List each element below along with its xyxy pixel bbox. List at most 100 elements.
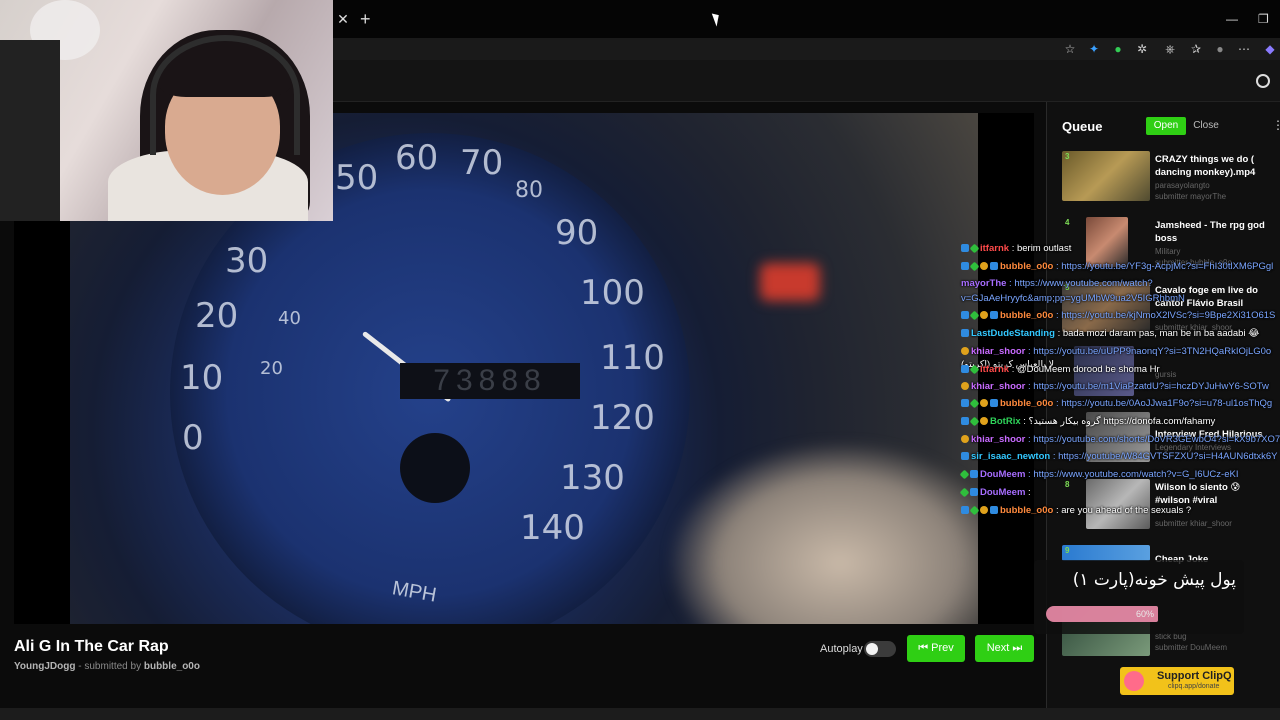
vip-badge-icon [969, 364, 980, 375]
chat-username[interactable]: khiar_shoor [971, 346, 1028, 357]
sub-badge-icon [980, 262, 988, 271]
new-tab-icon[interactable]: + [360, 10, 371, 28]
prev-button[interactable]: ⏮ Prev [907, 635, 965, 662]
mod-badge-icon [990, 506, 998, 515]
support-clipq-button[interactable]: Support ClipQ clipq.app/donate [1120, 667, 1234, 695]
autoplay-label: Autoplay [820, 643, 863, 655]
microphone-stand [0, 40, 60, 221]
chat-message: DouMeem : https://www.youtube.com/watch?… [959, 467, 1238, 482]
chat-text[interactable]: : https://youtu.be/YF3g-AcpjMc?si=FhI30t… [1056, 261, 1273, 272]
queue-item-submitter: submitter DouMeem [1155, 643, 1228, 652]
profile-avatar-icon[interactable]: ● [1212, 41, 1228, 57]
mod-badge-icon [961, 311, 969, 320]
extension-icon[interactable]: ✦ [1086, 41, 1102, 57]
video-author[interactable]: YoungJDogg [14, 661, 75, 672]
webcam-overlay [0, 0, 333, 221]
chat-text: : @DouMeem dorood be shoma Hr [1011, 364, 1160, 375]
next-icon: ⏭ [1012, 642, 1023, 654]
history-icon[interactable] [1256, 74, 1270, 88]
chat-text: : are you ahead of the sexuals ? [1055, 505, 1192, 516]
gauge-number: 140 [520, 508, 585, 548]
sub-badge-icon [961, 347, 969, 356]
chat-text[interactable]: : https://youtu.be/kjNmoX2lVSc?si=9Bpe2X… [1056, 310, 1275, 321]
chat-text[interactable]: : https://youtu.be/0AoJJwa1F9o?si=u78-ul… [1056, 398, 1272, 409]
queue-more-icon[interactable]: ⋮ [1272, 118, 1280, 132]
close-tab-icon[interactable]: ✕ [336, 12, 350, 26]
chat-username[interactable]: itfarnk [980, 243, 1012, 254]
chat-username[interactable]: sir_isaac_newton [971, 451, 1053, 462]
chat-message: DouMeem : [959, 485, 1031, 500]
chat-username[interactable]: khiar_shoor [971, 381, 1028, 392]
queue-item-title: CRAZY things we do ( dancing monkey).mp4 [1155, 154, 1256, 178]
star-icon[interactable]: ☆ [1062, 41, 1078, 57]
chat-message: sir_isaac_newton : https://youtube/W84GV… [961, 449, 1278, 464]
gauge-number: 70 [460, 143, 504, 183]
queue-item[interactable]: 3 CRAZY things we do ( dancing monkey).m… [1062, 151, 1272, 203]
odometer: 73888 [400, 363, 580, 399]
chat-username[interactable]: bubble_o0o [1000, 398, 1056, 409]
chat-text[interactable]: : https://youtu.be/m1ViaPzatdU?si=hczDYJ… [1028, 381, 1269, 392]
chat-text[interactable]: v=GJaAeHryyfc&amp;pp=ygUMbW9ua2V5IGRhbmN [961, 293, 1185, 304]
chat-username[interactable]: DouMeem [980, 469, 1028, 480]
vip-badge-icon [969, 261, 980, 272]
chat-username[interactable]: itfarnk [980, 364, 1012, 375]
chat-message: bubble_o0o : are you ahead of the sexual… [961, 503, 1191, 518]
vip-badge-icon [969, 243, 980, 254]
chat-message: mayorThe : https://www.youtube.com/watch… [961, 276, 1153, 291]
chat-username[interactable]: DouMeem [980, 487, 1028, 498]
mod-badge-icon [970, 470, 978, 479]
queue-item-title: Jamsheed - The rpg god boss [1155, 220, 1265, 244]
queue-item-number: 3 [1065, 152, 1070, 161]
gauge-number: 110 [600, 338, 665, 378]
gauge-number: 80 [515, 178, 543, 203]
chat-username[interactable]: bubble_o0o [1000, 261, 1056, 272]
chat-text: : [1028, 487, 1031, 498]
chat-message: v=GJaAeHryyfc&amp;pp=ygUMbW9ua2V5IGRhbmN [961, 291, 1185, 306]
video-submitter[interactable]: bubble_o0o [144, 661, 200, 672]
gauge-number: 50 [335, 158, 379, 198]
queue-item-submitter: submitter khiar_shoor [1155, 519, 1232, 528]
chat-username[interactable]: bubble_o0o [1000, 505, 1056, 516]
split-screen-icon[interactable]: ⎈ [1162, 41, 1178, 57]
chat-text[interactable]: : https://youtu.be/uUPP9naonqY?si=3TN2HQ… [1028, 346, 1271, 357]
chat-message: khiar_shoor : https://youtu.be/m1ViaPzat… [961, 379, 1269, 394]
chat-username[interactable]: BotRix [990, 416, 1023, 427]
sub-badge-icon [961, 382, 969, 391]
minimize-icon[interactable]: — [1226, 12, 1238, 26]
mouse-cursor-icon [711, 11, 723, 27]
more-menu-icon[interactable]: ⋯ [1236, 41, 1252, 57]
donation-progress-bar: 60% [1046, 606, 1158, 622]
puzzle-icon[interactable]: ✲ [1134, 41, 1150, 57]
mod-badge-icon [961, 244, 969, 253]
extension-icon[interactable]: ● [1110, 41, 1126, 57]
chat-message: itfarnk : berim outlast [961, 241, 1071, 256]
copilot-icon[interactable]: ◆ [1262, 41, 1278, 57]
chat-message: khiar_shoor : https://youtube.com/shorts… [961, 432, 1280, 447]
chat-text[interactable]: : https://www.youtube.com/watch?v=G_I6UC… [1028, 469, 1238, 480]
autoplay-toggle[interactable] [864, 641, 896, 657]
next-button[interactable]: Next ⏭ [975, 635, 1034, 662]
chat-username[interactable]: bubble_o0o [1000, 310, 1056, 321]
restore-icon[interactable]: ❐ [1258, 12, 1269, 26]
vip-badge-icon [969, 416, 980, 427]
queue-thumbnail [1062, 151, 1150, 201]
gauge-number: 20 [195, 296, 239, 336]
chat-text[interactable]: : https://www.youtube.com/watch? [1009, 278, 1153, 289]
chat-username[interactable]: mayorThe [961, 278, 1009, 289]
chat-username[interactable]: khiar_shoor [971, 434, 1028, 445]
favorites-icon[interactable]: ✰ [1188, 41, 1204, 57]
mod-badge-icon [961, 329, 969, 338]
support-label: Support ClipQ [1157, 670, 1232, 682]
chat-text[interactable]: : https://youtube/W84GVTSFZXU?si=H4AUN6d… [1053, 451, 1278, 462]
queue-close-button[interactable]: Close [1188, 117, 1224, 135]
chat-message: bubble_o0o : https://youtu.be/kjNmoX2lVS… [961, 308, 1275, 323]
chat-username[interactable]: LastDudeStanding [971, 328, 1058, 339]
chat-text: : berim outlast [1011, 243, 1072, 254]
vip-badge-icon [969, 310, 980, 321]
chat-message: itfarnk : @DouMeem dorood be shoma Hr [961, 362, 1160, 377]
chat-text[interactable]: : https://youtube.com/shorts/DoVR3GEwbO4… [1028, 434, 1280, 445]
queue-title: Queue [1062, 119, 1103, 134]
queue-open-button[interactable]: Open [1146, 117, 1186, 135]
chat-message: bubble_o0o : https://youtu.be/YF3g-AcpjM… [961, 259, 1273, 274]
gauge-number: 90 [555, 213, 599, 253]
